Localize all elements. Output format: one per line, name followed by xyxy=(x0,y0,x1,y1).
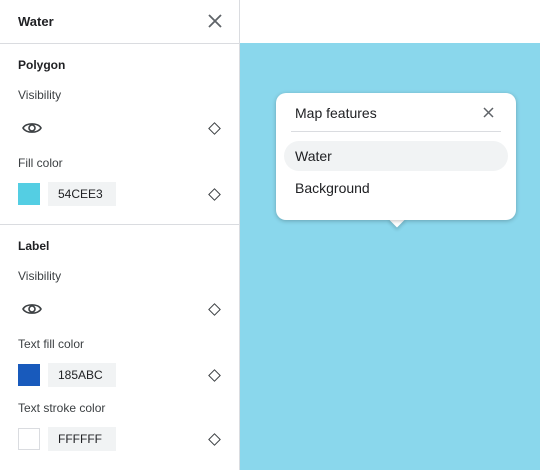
text-stroke-diamond-icon[interactable] xyxy=(208,433,221,446)
polygon-fill-swatch[interactable] xyxy=(18,183,40,205)
popup-item-water[interactable]: Water xyxy=(284,141,508,171)
panel-header: Water xyxy=(0,0,239,44)
text-stroke-hex-field[interactable]: FFFFFF xyxy=(48,427,116,451)
map-top-bar xyxy=(240,0,540,43)
polygon-fill-label: Fill color xyxy=(18,156,63,170)
text-stroke-label: Text stroke color xyxy=(18,401,106,415)
map-features-popup: Map features Water Background xyxy=(276,93,516,220)
polygon-visibility-diamond-icon[interactable] xyxy=(208,122,221,135)
text-fill-hex-field[interactable]: 185ABC xyxy=(48,363,116,387)
label-visibility-eye-icon[interactable] xyxy=(22,302,42,316)
polygon-fill-diamond-icon[interactable] xyxy=(208,188,221,201)
close-icon[interactable] xyxy=(207,13,223,29)
popup-item-background[interactable]: Background xyxy=(284,173,508,203)
label-section-title: Label xyxy=(18,239,50,253)
label-visibility-label: Visibility xyxy=(18,269,62,283)
polygon-section-title: Polygon xyxy=(18,58,66,72)
panel-title: Water xyxy=(18,14,54,29)
text-fill-label: Text fill color xyxy=(18,337,85,351)
section-divider xyxy=(0,224,239,225)
popup-title: Map features xyxy=(295,105,377,121)
style-panel: Water Polygon Visibility Fill color 54CE… xyxy=(0,0,240,470)
popup-divider xyxy=(291,131,501,132)
label-visibility-diamond-icon[interactable] xyxy=(208,303,221,316)
polygon-visibility-label: Visibility xyxy=(18,88,62,102)
polygon-fill-hex-field[interactable]: 54CEE3 xyxy=(48,182,116,206)
text-stroke-swatch[interactable] xyxy=(18,428,40,450)
popup-close-icon[interactable] xyxy=(483,107,494,118)
polygon-visibility-eye-icon[interactable] xyxy=(22,121,42,135)
text-fill-swatch[interactable] xyxy=(18,364,40,386)
text-fill-diamond-icon[interactable] xyxy=(208,369,221,382)
